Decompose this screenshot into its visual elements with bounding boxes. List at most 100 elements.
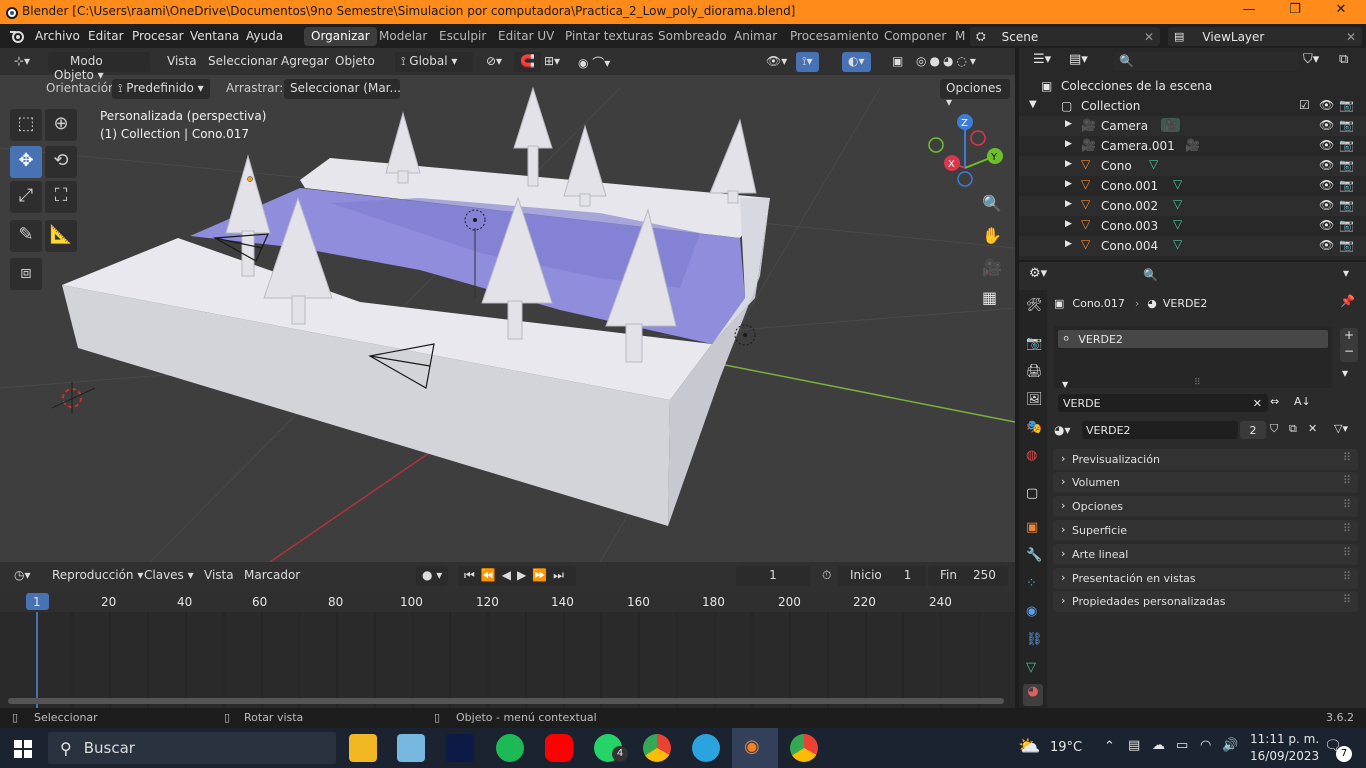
blender-menu-icon[interactable] (9, 29, 25, 43)
annotate-tool[interactable]: ✎ (10, 220, 42, 252)
outliner-item[interactable]: ▶ ▽ Cono.002 ▽ 👁 📷 (1019, 196, 1366, 216)
drag-handle-icon[interactable]: ⠿ (1343, 451, 1351, 464)
render-tab-icon[interactable]: 📷 (1026, 336, 1042, 351)
panel-propiedades-personalizadas[interactable]: › Propiedades personalizadas ⠿ (1053, 591, 1358, 612)
expand-icon[interactable]: ▶ (1065, 139, 1072, 149)
add-cube-tool[interactable]: ⧈ (10, 258, 42, 290)
eye-icon[interactable]: 👁 (1319, 198, 1334, 212)
collection-eye-icon[interactable]: 👁 (1319, 98, 1334, 112)
proportional-edit-icon[interactable]: ◉ ⌒▾ (572, 52, 616, 72)
stickies-app-icon[interactable] (397, 734, 425, 762)
menu-seleccionar[interactable]: Seleccionar (202, 52, 283, 72)
maximize-button[interactable]: ❐ (1272, 2, 1318, 17)
panel-volumen[interactable]: › Volumen ⠿ (1053, 472, 1358, 493)
expand-icon[interactable]: ▶ (1065, 119, 1072, 129)
render-camera-icon[interactable]: 📷 (1339, 198, 1354, 212)
visibility-icon[interactable]: 👁▾ (760, 52, 793, 72)
weather-icon[interactable]: ⛅ (1018, 736, 1040, 757)
constraints-tab-icon[interactable]: ⛓ (1026, 632, 1043, 647)
tab-componer[interactable]: Componer (877, 27, 953, 46)
collection-tab-icon[interactable]: ▢ (1026, 486, 1038, 501)
tab-more[interactable]: M (948, 27, 972, 46)
overlays-toggle-icon[interactable]: ◐▾ (842, 52, 871, 72)
pin-icon[interactable]: 📌 (1340, 294, 1355, 308)
cursor-tool[interactable]: ⊕ (45, 109, 77, 141)
collection-expand-icon[interactable]: ▼ (1029, 99, 1037, 110)
outliner-item[interactable]: ▶ 🎥 Camera.001 🎥 👁 📷 (1019, 136, 1366, 156)
snap-target-icon[interactable]: ⊞▾ (538, 52, 566, 72)
windows-start-icon[interactable] (14, 740, 32, 758)
youtube-icon[interactable] (545, 734, 573, 762)
expand-icon[interactable]: ▶ (1065, 239, 1072, 249)
tab-procesamiento[interactable]: Procesamiento (783, 27, 886, 46)
sort-alpha-icon[interactable]: A↓ (1294, 395, 1311, 408)
scene-collection-row[interactable]: ▣ Colecciones de la escena (1019, 76, 1366, 96)
marker-menu[interactable]: Marcador (238, 566, 306, 586)
file-explorer-icon[interactable] (349, 734, 377, 762)
properties-search-input[interactable]: 🔍 (1137, 266, 1247, 284)
render-camera-icon[interactable]: 📷 (1339, 218, 1354, 232)
duplicate-material-icon[interactable]: ⧉ (1289, 422, 1297, 436)
panel-superficie[interactable]: › Superficie ⠿ (1053, 520, 1358, 541)
taskbar-search-box[interactable]: ⚲ Buscar (48, 732, 336, 764)
mesh-data-icon[interactable]: ▽ (1173, 217, 1182, 231)
options-dropdown[interactable]: Opciones ▾ (940, 79, 1010, 109)
panel-arte-lineal[interactable]: › Arte lineal ⠿ (1053, 544, 1358, 565)
current-frame-field[interactable]: 1 (736, 566, 810, 586)
outliner-item[interactable]: ▶ ▽ Cono.001 ▽ 👁 📷 (1019, 176, 1366, 196)
render-camera-icon[interactable]: 📷 (1339, 178, 1354, 192)
volume-icon[interactable]: 🔊 (1222, 738, 1238, 753)
gizmo-toggle-icon[interactable]: ⟟▾ (796, 52, 819, 72)
panel-presentacion-en-vistas[interactable]: › Presentación en vistas ⠿ (1053, 568, 1358, 589)
view-layer-close-icon[interactable]: ✕ (1346, 30, 1356, 44)
minimize-button[interactable]: — (1226, 2, 1272, 17)
object-tab-icon[interactable]: ▣ (1026, 520, 1038, 535)
drag-handle-icon[interactable]: ⠿ (1343, 474, 1351, 487)
scene-tab-icon[interactable]: 🎭 (1026, 420, 1042, 435)
drag-handle-icon[interactable]: ⠿ (1343, 522, 1351, 535)
render-camera-icon[interactable]: 📷 (1339, 118, 1354, 132)
outliner-item[interactable]: ▶ ▽ Cono ▽ 👁 📷 (1019, 156, 1366, 176)
world-tab-icon[interactable]: ◍ (1026, 448, 1037, 463)
outliner-editor-icon[interactable]: ☰▾ (1033, 52, 1051, 67)
render-camera-icon[interactable]: 📷 (1339, 158, 1354, 172)
record-icon[interactable]: ● ▾ (416, 566, 449, 586)
menu-procesar[interactable]: Procesar (132, 29, 184, 43)
camera-data-icon[interactable]: 🎥 (1161, 118, 1180, 132)
data-tab-icon[interactable]: ▽ (1026, 660, 1036, 675)
menu-agregar[interactable]: Agregar (275, 52, 335, 72)
close-button[interactable]: ✕ (1318, 2, 1364, 17)
unlink-material-icon[interactable]: ✕ (1308, 422, 1317, 435)
menu-ayuda[interactable]: Ayuda (246, 29, 283, 43)
blender-taskbar-button[interactable]: ◉ (732, 728, 778, 768)
shading-modes-icon[interactable]: ◎●◕◌▾ (910, 52, 985, 72)
stopwatch-icon[interactable]: ⏱ (816, 566, 837, 586)
panel-opciones[interactable]: › Opciones ⠿ (1053, 496, 1358, 517)
3d-viewport[interactable]: Z Y X ⊹▾ Modo Objeto ▾ Vista Seleccionar… (0, 48, 1015, 562)
playback-menu[interactable]: Reproducción ▾ (46, 566, 149, 586)
menu-archivo[interactable]: Archivo (35, 29, 80, 43)
outliner-item[interactable]: ▶ ▽ Cono.003 ▽ 👁 📷 (1019, 216, 1366, 236)
new-collection-icon[interactable]: ⧉ (1339, 52, 1348, 67)
end-frame-field[interactable]: Fin 250 (928, 566, 1008, 586)
output-tab-icon[interactable]: 🖨 (1026, 364, 1043, 379)
modifier-tab-icon[interactable]: 🔧 (1026, 548, 1042, 563)
menu-vista[interactable]: Vista (161, 52, 203, 72)
material-users-count[interactable]: 2 (1240, 421, 1266, 439)
orientation-dropdown[interactable]: ⟟ Predefinido ▾ (112, 79, 210, 99)
tab-organizar[interactable]: Organizar (304, 27, 377, 46)
eye-icon[interactable]: 👁 (1319, 158, 1334, 172)
collection-checkbox-icon[interactable]: ☑ (1299, 98, 1310, 112)
drag-dropdown[interactable]: Seleccionar (Mar... ▾ (284, 79, 400, 99)
particles-tab-icon[interactable]: ⁘ (1026, 576, 1037, 591)
timeline-editor-icon[interactable]: ◷▾ (8, 566, 37, 586)
material-slot[interactable]: ⚪ VERDE2 (1058, 330, 1328, 348)
eye-icon[interactable]: 👁 (1319, 118, 1334, 132)
show-hidden-icons[interactable]: ⌃ (1104, 739, 1115, 754)
panel-previsualizacion[interactable]: › Previsualización ⠿ (1053, 449, 1358, 470)
properties-editor-icon[interactable]: ⚙▾ (1029, 266, 1047, 281)
camera-view-icon[interactable]: 🎥 (982, 258, 1002, 277)
expand-icon[interactable]: ▶ (1065, 179, 1072, 189)
view-layer-selector[interactable]: ▤ ViewLayer ✕ (1168, 27, 1362, 46)
editor-type-icon[interactable]: ⊹▾ (8, 52, 36, 72)
